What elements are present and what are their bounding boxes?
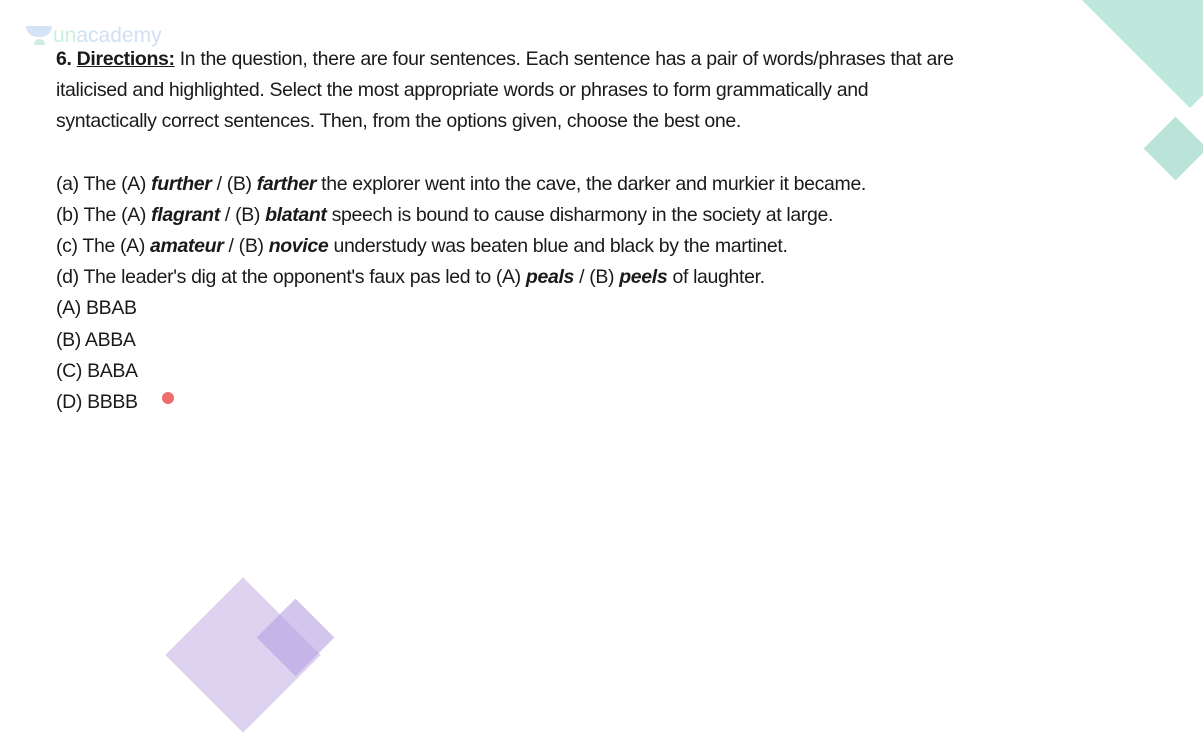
choice-a-word: peals: [525, 266, 575, 289]
choice-b-word: farther: [256, 172, 317, 195]
sentence-text: (a) The (A): [56, 172, 152, 195]
option-b: (B) ABBA: [56, 328, 136, 351]
sentence-text: speech is bound to cause disharmony in t…: [326, 203, 834, 226]
directions-text: In the question, there are four sentence…: [56, 48, 954, 133]
sentence-text: understudy was beaten blue and black by …: [328, 235, 788, 258]
sentence-text: (d) The leader's dig at the opponent's f…: [56, 266, 526, 289]
choice-a-word: further: [151, 172, 212, 195]
sentence-text: the explorer went into the cave, the dar…: [316, 172, 867, 195]
sentence-text: / (B): [219, 203, 266, 226]
sentence-text: / (B): [574, 266, 620, 289]
laser-pointer-icon: [162, 392, 174, 404]
unacademy-logo-icon: [26, 24, 52, 46]
option-d: (D) BBBB: [56, 391, 138, 414]
sentence-b: (b) The (A) flagrant / (B) blatant speec…: [56, 200, 956, 231]
choice-b-word: peels: [619, 266, 668, 289]
sentence-a: (a) The (A) further / (B) farther the ex…: [56, 169, 956, 200]
question-content: 6. Directions: In the question, there ar…: [56, 44, 956, 418]
sentence-c: (c) The (A) amateur / (B) novice underst…: [56, 231, 956, 262]
choice-b-word: blatant: [265, 203, 327, 226]
sentence-text: / (B): [223, 235, 269, 258]
sentence-d: (d) The leader's dig at the opponent's f…: [56, 262, 956, 293]
sentence-text: (b) The (A): [56, 203, 152, 226]
choice-a-word: flagrant: [151, 203, 220, 226]
option-c: (C) BABA: [56, 359, 138, 382]
question-number: 6.: [56, 48, 72, 70]
directions-paragraph: 6. Directions: In the question, there ar…: [56, 44, 956, 138]
sentence-text: (c) The (A): [56, 235, 151, 258]
sentence-text: of laughter.: [667, 266, 765, 289]
sentence-text: / (B): [211, 172, 257, 195]
option-a: (A) BBAB: [56, 297, 137, 320]
choice-a-word: amateur: [150, 235, 224, 258]
directions-label: Directions:: [76, 48, 175, 70]
choice-b-word: novice: [268, 235, 329, 258]
decor-green-diamond-large: [1076, 0, 1203, 109]
decor-green-diamond-small: [1143, 116, 1203, 181]
